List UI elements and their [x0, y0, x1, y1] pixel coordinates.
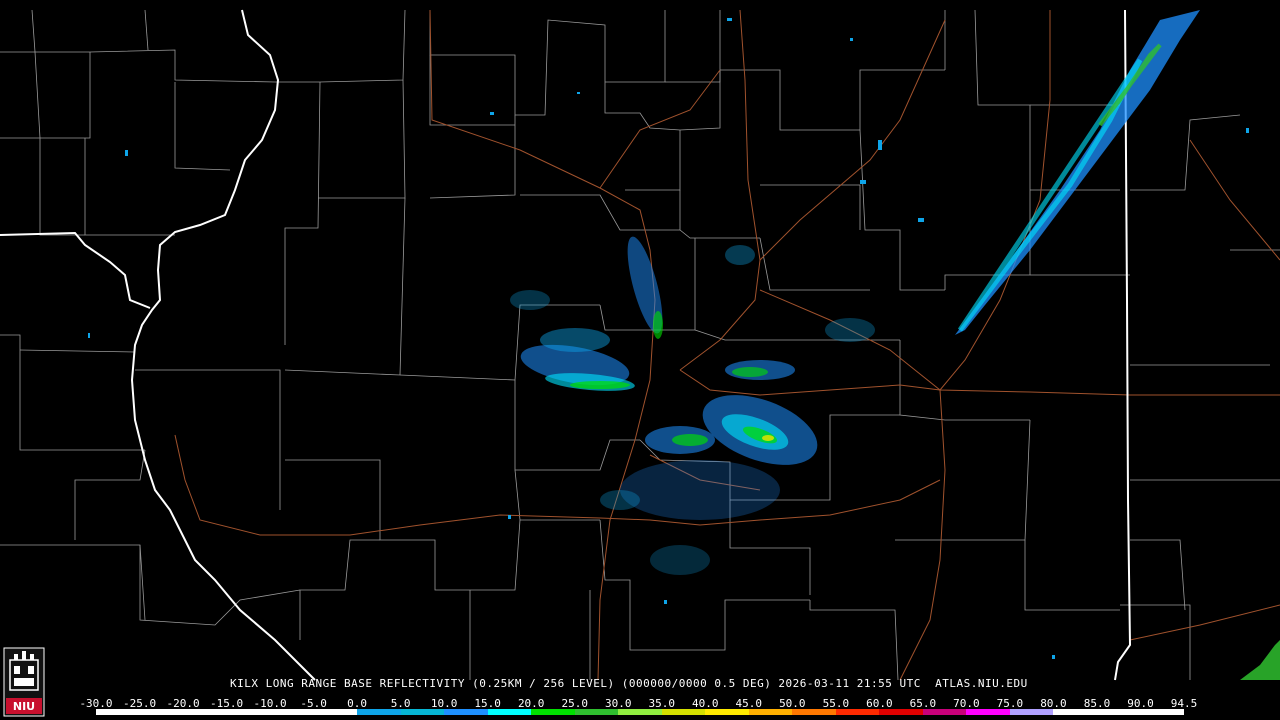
scale-swatch [966, 709, 1010, 715]
scale-swatch [835, 709, 880, 715]
scale-swatch [879, 709, 923, 715]
scale-swatch [487, 709, 532, 715]
logo-text: NIU [13, 700, 35, 713]
scale-swatch [1053, 709, 1097, 715]
scale-swatch [400, 709, 445, 715]
scale-swatch [705, 709, 749, 715]
radar-echo-southeast [1240, 640, 1280, 680]
color-scale-labels: -30.0 -25.0 -20.0 -15.0 -10.0 -5.0 0.0 5.0 10.0 1… [79, 697, 1197, 710]
scale-swatch [661, 709, 706, 715]
niu-logo: NIU [3, 647, 45, 717]
scale-swatch [96, 709, 140, 715]
scale-swatch [444, 709, 488, 715]
radar-map [0, 9, 1280, 681]
scale-swatch [313, 709, 358, 715]
scale-swatch [357, 709, 401, 715]
color-scale-bar [96, 709, 1184, 715]
scale-swatch [270, 709, 314, 715]
scale-swatch [748, 709, 793, 715]
scale-swatch [226, 709, 271, 715]
scale-swatch [792, 709, 836, 715]
scale-swatch [1140, 709, 1184, 715]
scale-swatch [1009, 709, 1054, 715]
scale-swatch [531, 709, 575, 715]
scale-swatch [922, 709, 967, 715]
scale-swatch [1096, 709, 1141, 715]
product-caption: KILX LONG RANGE BASE REFLECTIVITY (0.25K… [230, 677, 1028, 690]
radar-band-northeast [955, 10, 1200, 335]
scale-swatch [183, 709, 227, 715]
scale-swatch [139, 709, 184, 715]
county-boundaries [0, 9, 1280, 681]
scale-swatch [574, 709, 619, 715]
scale-swatch [618, 709, 662, 715]
